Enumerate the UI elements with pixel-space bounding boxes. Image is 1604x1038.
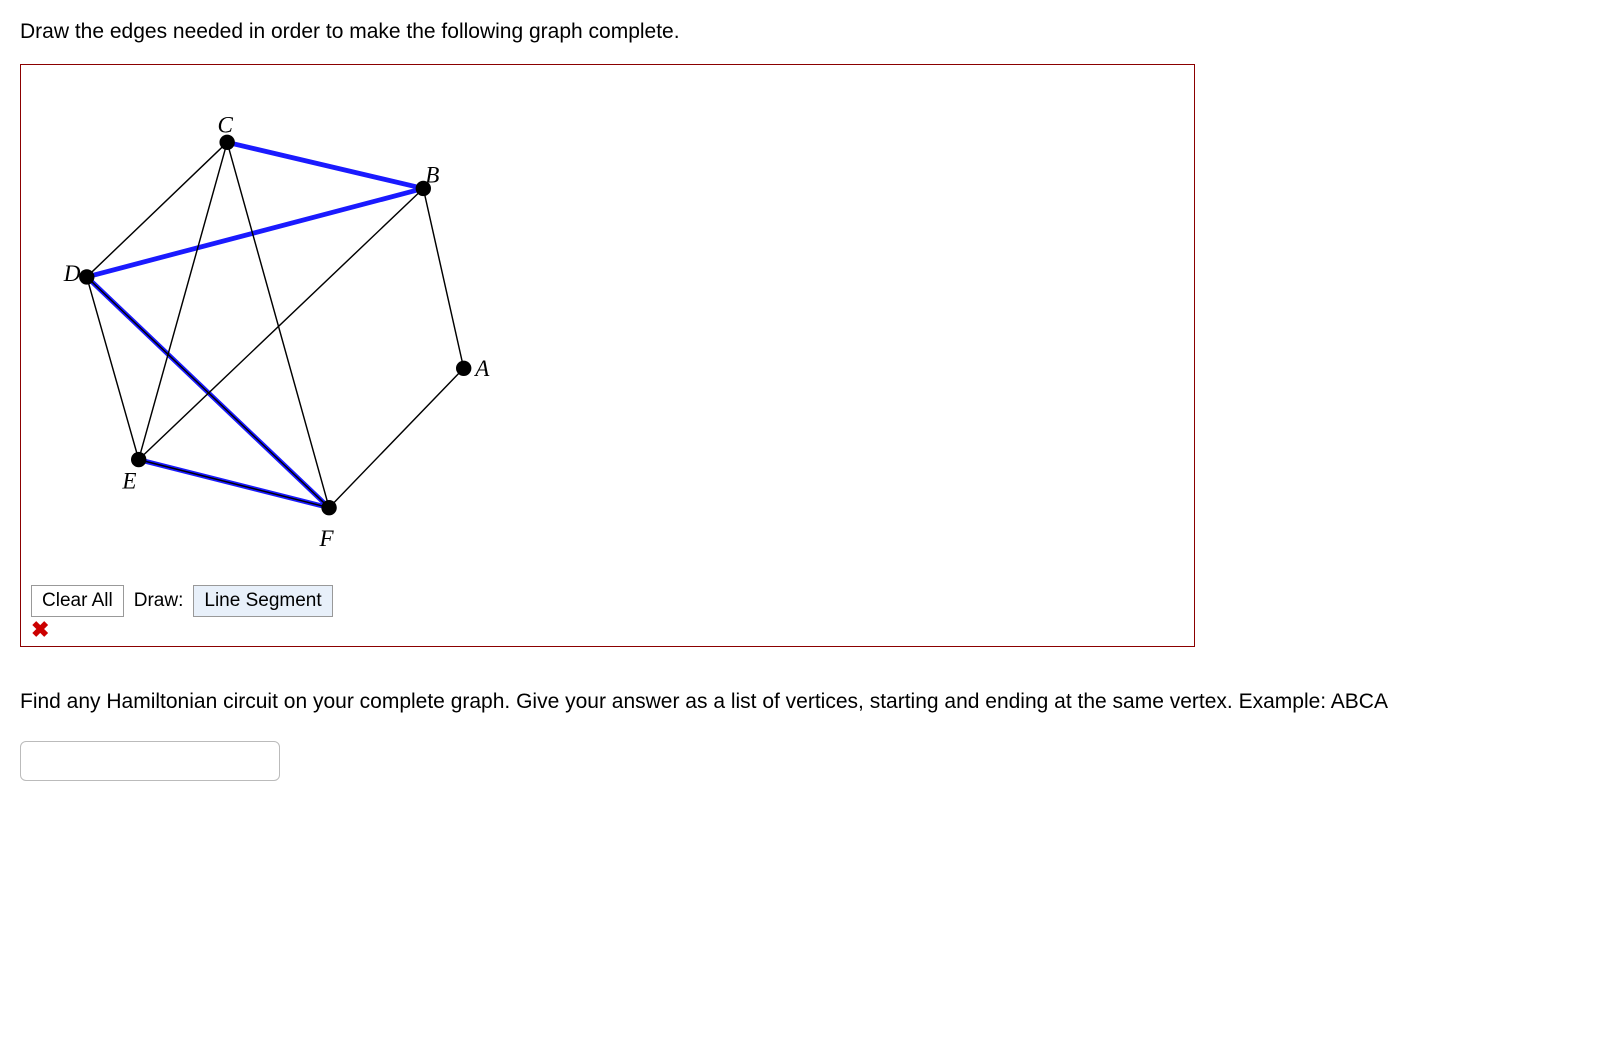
clear-all-button[interactable]: Clear All	[31, 585, 124, 617]
edge-CE	[139, 142, 227, 459]
hamiltonian-answer-input[interactable]	[20, 741, 280, 781]
edge-BD	[87, 188, 424, 276]
draw-controls: Clear All Draw: Line Segment	[31, 585, 1184, 617]
edge-CF	[227, 142, 329, 507]
vertex-F[interactable]	[321, 500, 336, 515]
vertex-E[interactable]	[131, 452, 146, 467]
question-2-text: Find any Hamiltonian circuit on your com…	[20, 687, 1584, 716]
vertex-label-C: C	[218, 112, 234, 138]
draw-label: Draw:	[132, 590, 186, 612]
edge-BE	[139, 188, 424, 459]
vertex-label-E: E	[121, 467, 136, 493]
question-1-text: Draw the edges needed in order to make t…	[20, 20, 1584, 44]
edge-AB	[423, 188, 463, 368]
graph-canvas[interactable]: A B C D E F	[31, 75, 531, 575]
vertex-label-F: F	[318, 525, 334, 551]
edge-AF	[329, 368, 464, 507]
vertex-label-A: A	[473, 355, 490, 381]
edge-BC	[227, 142, 423, 188]
graph-interaction-box: A B C D E F Clear All Draw: Line Segment ✖	[20, 64, 1195, 647]
incorrect-x-icon: ✖	[31, 619, 1184, 641]
vertex-A[interactable]	[456, 361, 471, 376]
line-segment-button[interactable]: Line Segment	[193, 585, 332, 617]
vertex-D[interactable]	[79, 269, 94, 284]
vertex-label-D: D	[63, 260, 81, 286]
vertex-label-B: B	[425, 162, 439, 188]
